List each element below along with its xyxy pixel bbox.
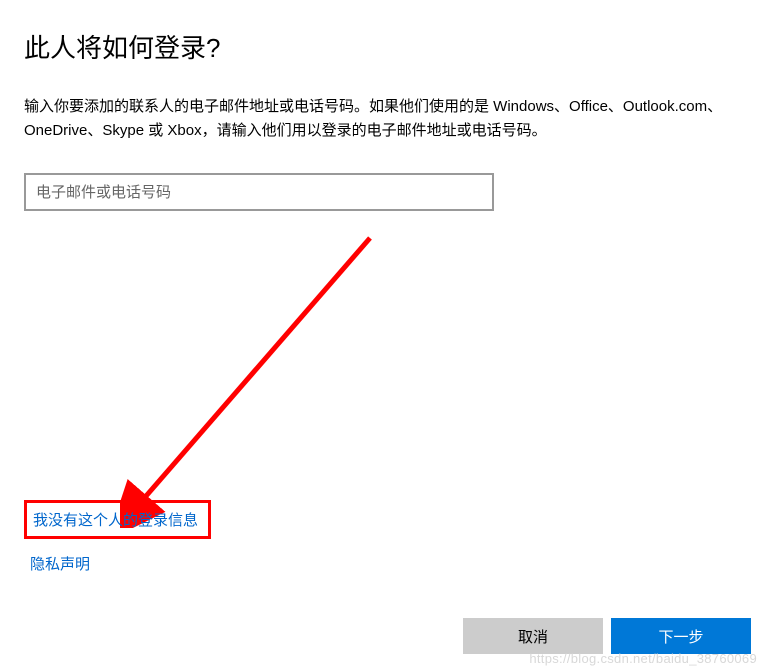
privacy-link[interactable]: 隐私声明 bbox=[30, 553, 211, 574]
no-signin-info-link[interactable]: 我没有这个人的登录信息 bbox=[33, 512, 198, 529]
description-text: 输入你要添加的联系人的电子邮件地址或电话号码。如果他们使用的是 Windows、… bbox=[24, 95, 744, 143]
button-bar: 取消 下一步 bbox=[463, 618, 751, 654]
page-title: 此人将如何登录? bbox=[24, 28, 751, 65]
annotation-arrow bbox=[120, 228, 400, 528]
cancel-button[interactable]: 取消 bbox=[463, 618, 603, 654]
next-button[interactable]: 下一步 bbox=[611, 618, 751, 654]
highlight-box: 我没有这个人的登录信息 bbox=[24, 500, 211, 539]
email-phone-input[interactable] bbox=[24, 173, 494, 211]
